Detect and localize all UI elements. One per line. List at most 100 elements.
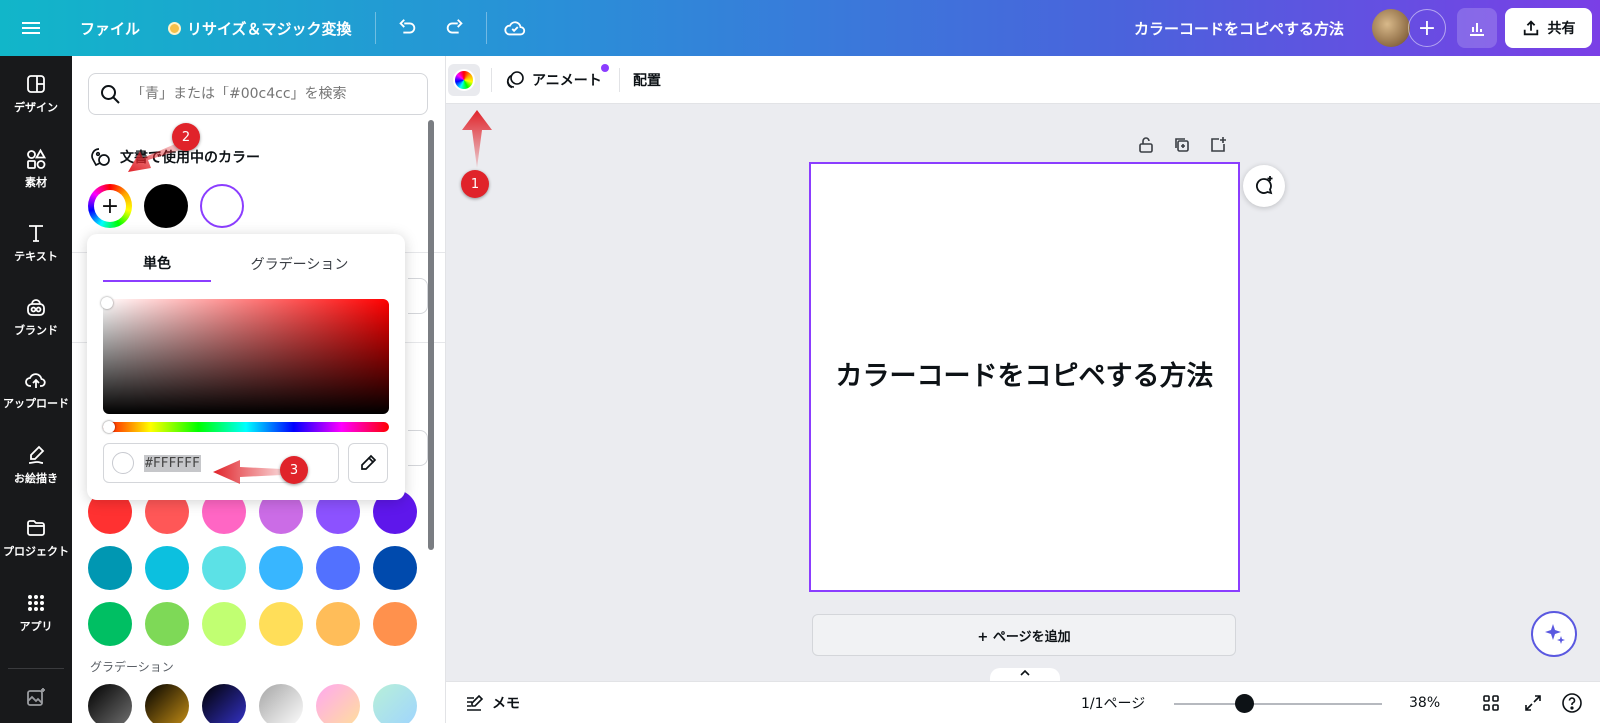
notes-button[interactable]: メモ [464,682,520,723]
zoom-value[interactable]: 38% [1409,682,1440,723]
rail-item-draw[interactable]: お絵描き [0,444,72,486]
shapes-icon [27,148,47,169]
image-sparkle-icon [27,688,45,706]
add-comment-button[interactable] [1243,165,1285,207]
page-heading-text[interactable]: カラーコードをコピペする方法 [811,354,1238,393]
color-swatch[interactable] [373,546,417,590]
rail-item-text[interactable]: テキスト [0,222,72,264]
color-swatch[interactable] [316,546,360,590]
animate-label: アニメート [532,73,602,89]
chevron-up-icon [1020,669,1030,676]
arrow-1 [462,110,492,168]
eyedropper-button[interactable] [348,443,388,483]
color-swatch[interactable] [144,184,188,228]
palette-doc-icon [91,148,110,167]
grid-view-icon[interactable] [1480,692,1502,714]
step-marker-1: 1 [461,170,489,198]
color-swatch[interactable] [202,602,246,646]
divider [486,12,487,44]
rail-item-elements[interactable]: 素材 [0,148,72,190]
eyedropper-icon [361,454,377,470]
rail-label: アプリ [19,620,53,633]
rail-label: 素材 [25,176,47,189]
avatar[interactable] [1372,9,1410,47]
divider [491,68,492,92]
page-indicator[interactable]: 1/1ページ [1081,682,1145,723]
rail-item-brand[interactable]: ブランド [0,296,72,338]
rail-label: プロジェクト [3,545,69,558]
hex-code-value[interactable]: #FFFFFF [144,454,201,472]
cloud-saved-icon[interactable] [500,13,530,43]
help-icon[interactable] [1561,692,1583,714]
rail-item-uploads[interactable]: アップロード [0,369,72,411]
new-feature-dot [601,64,609,72]
lock-icon[interactable] [1137,136,1155,154]
gradient-swatch[interactable] [316,684,360,723]
brand-icon [27,299,45,316]
gradient-swatch[interactable] [259,684,303,723]
gradient-swatch[interactable] [373,684,417,723]
comment-plus-icon [1256,176,1273,195]
color-swatch[interactable] [259,602,303,646]
hue-handle[interactable] [103,421,115,433]
add-color-button[interactable]: + [88,184,132,228]
color-swatch[interactable] [145,602,189,646]
tab-gradient[interactable]: グラデーション [227,246,372,282]
color-swatch[interactable] [259,546,303,590]
add-collaborator-button[interactable]: + [1408,9,1446,47]
divider [619,68,620,92]
rail-item-apps[interactable]: アプリ [0,592,72,634]
step-marker-2: 2 [172,123,200,151]
tab-solid-color[interactable]: 単色 [103,246,211,282]
rail-label: テキスト [14,250,58,263]
design-page[interactable]: カラーコードをコピペする方法 [809,162,1240,592]
file-menu-button[interactable]: ファイル [80,0,140,56]
left-rail: デザイン 素材 テキスト ブランド アップロード お絵描き プロジェクト アプリ [0,56,72,723]
undo-icon[interactable] [392,13,422,43]
color-swatch[interactable] [88,546,132,590]
document-title[interactable]: カラーコードをコピペする方法 [1134,0,1344,56]
insights-button[interactable] [1457,8,1497,48]
duplicate-page-icon[interactable] [1173,136,1191,154]
magic-assistant-button[interactable] [1531,611,1577,657]
color-search-box[interactable] [88,73,428,115]
animate-button[interactable]: アニメート [504,56,602,104]
gradient-swatch[interactable] [145,684,189,723]
fullscreen-icon[interactable] [1522,692,1544,714]
sparkle-icon [1545,624,1565,644]
zoom-slider[interactable] [1174,703,1382,705]
resize-magic-button[interactable]: リサイズ＆マジック変換 [168,0,352,56]
rail-label: アップロード [3,397,69,410]
add-page-button[interactable]: + ページを追加 [812,614,1236,656]
color-search-input[interactable] [131,86,411,102]
rail-item-design[interactable]: デザイン [0,73,72,115]
step-marker-3: 3 [280,456,308,484]
color-swatch[interactable] [316,602,360,646]
arrange-button[interactable]: 配置 [633,56,661,104]
text-icon [29,225,43,242]
panel-scrollbar[interactable] [428,120,434,550]
zoom-slider-handle[interactable] [1235,694,1254,713]
design-icon [27,75,45,93]
used-colors-heading: 文書で使用中のカラー [90,146,260,168]
rail-item-projects[interactable]: プロジェクト [0,517,72,559]
color-swatch[interactable] [88,602,132,646]
color-swatch[interactable] [145,546,189,590]
gradient-swatch[interactable] [88,684,132,723]
rail-label: ブランド [14,324,58,337]
color-swatch[interactable] [200,184,244,228]
add-page-icon[interactable] [1209,136,1227,154]
menu-icon[interactable] [22,0,46,56]
search-icon [101,85,120,104]
rail-item-magic-media[interactable] [0,686,72,712]
share-button[interactable]: 共有 [1505,8,1592,48]
color-tool-button[interactable] [448,64,480,96]
color-swatch[interactable] [202,546,246,590]
saturation-handle[interactable] [101,297,113,309]
redo-icon[interactable] [440,13,470,43]
saturation-value-area[interactable] [103,299,389,414]
color-swatch[interactable] [373,602,417,646]
hue-slider[interactable] [103,422,389,432]
pen-icon [28,445,45,464]
gradient-swatch[interactable] [202,684,246,723]
